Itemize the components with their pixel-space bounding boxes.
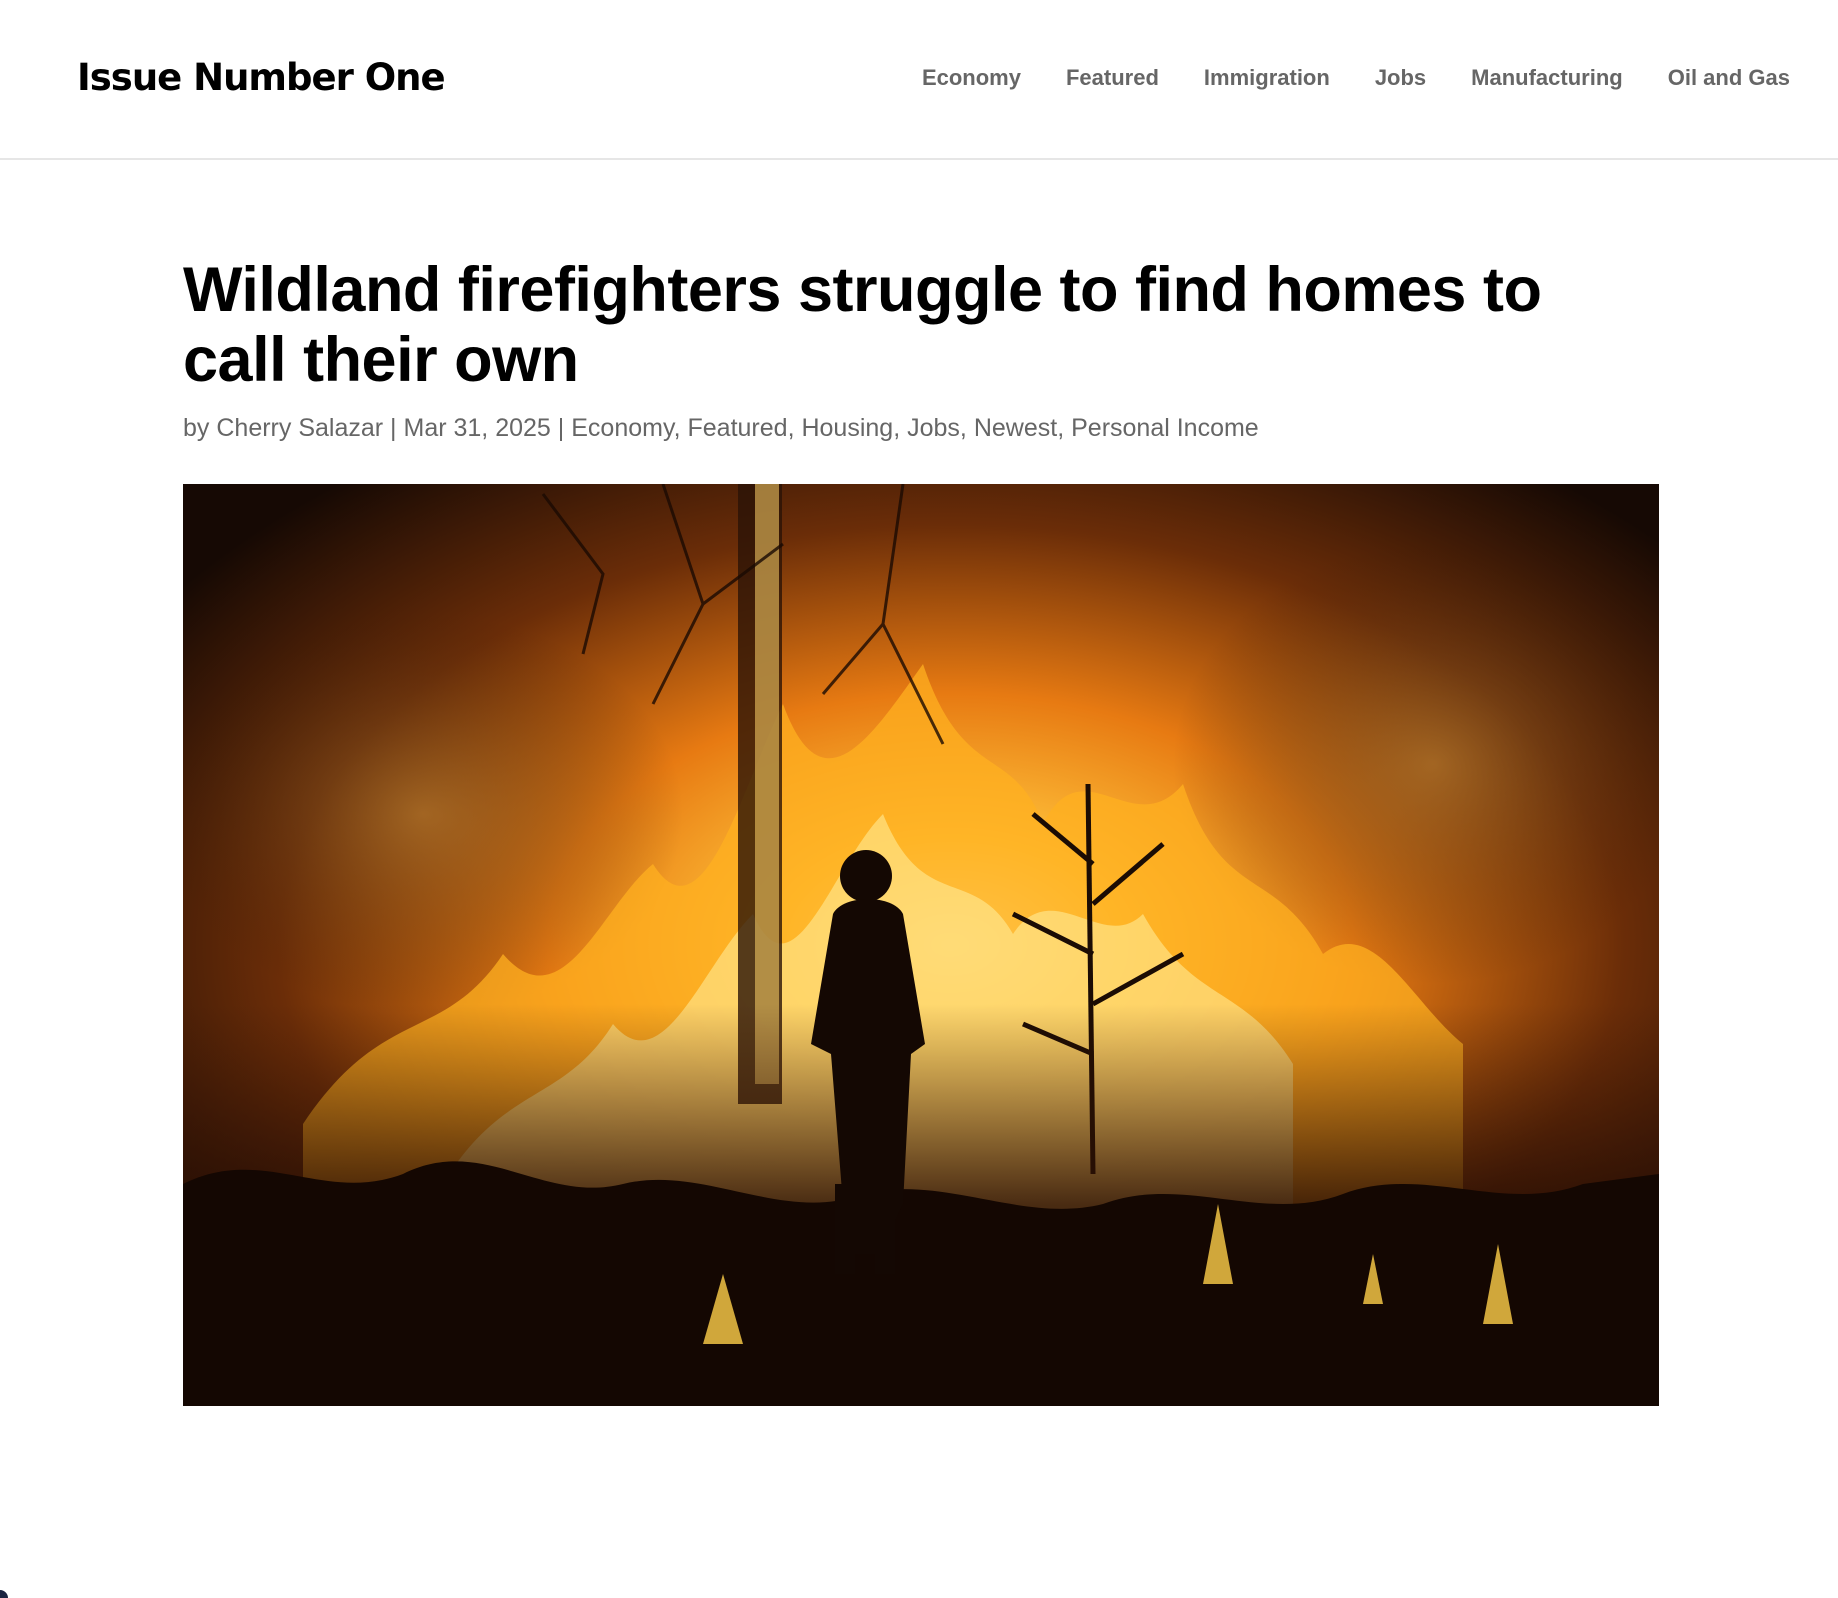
author-link[interactable]: Cherry Salazar [216, 414, 383, 442]
article-title: Wildland firefighters struggle to find h… [183, 255, 1542, 395]
nav-item-oil-and-gas[interactable]: Oil and Gas [1668, 60, 1790, 96]
window-corner [0, 1590, 8, 1598]
publish-date: Mar 31, 2025 [403, 414, 551, 442]
category-link[interactable]: Housing [801, 414, 893, 442]
article: Wildland firefighters struggle to find h… [183, 255, 1659, 446]
category-link[interactable]: Personal Income [1071, 414, 1259, 442]
hero-image [183, 484, 1659, 1406]
category-link[interactable]: Newest [974, 414, 1057, 442]
nav-item-featured[interactable]: Featured [1066, 60, 1159, 96]
category-link[interactable]: Economy [571, 414, 673, 442]
wildfire-photo-icon [183, 484, 1659, 1406]
nav-item-jobs[interactable]: Jobs [1375, 60, 1426, 96]
article-meta: by Cherry Salazar | Mar 31, 2025 | Econo… [183, 414, 1259, 442]
category-link[interactable]: Featured [688, 414, 788, 442]
meta-separator: | [390, 414, 397, 442]
nav-item-immigration[interactable]: Immigration [1204, 60, 1330, 96]
main-nav: Economy Featured Immigration Jobs Manufa… [877, 60, 1790, 96]
nav-item-economy[interactable]: Economy [922, 60, 1021, 96]
byline-prefix: by [183, 414, 210, 442]
meta-separator: | [557, 414, 565, 442]
site-header: Issue Number One Economy Featured Immigr… [0, 0, 1838, 160]
category-link[interactable]: Jobs [907, 414, 960, 442]
nav-item-manufacturing[interactable]: Manufacturing [1471, 60, 1623, 96]
site-logo[interactable]: Issue Number One [77, 54, 446, 102]
